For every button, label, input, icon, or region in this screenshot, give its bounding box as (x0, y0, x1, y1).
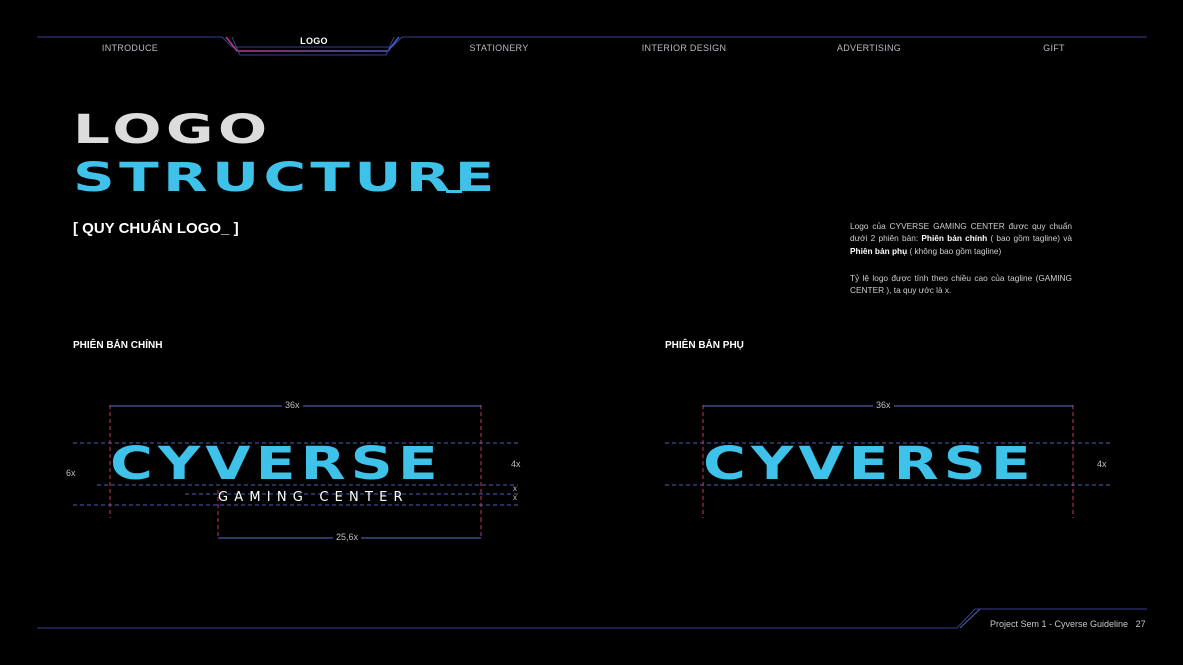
construction-guides (73, 405, 1110, 539)
primary-total-height-dimension: 6x (63, 468, 79, 478)
primary-tagline-height-dimension: x (513, 493, 517, 502)
primary-width-dimension: 36x (282, 400, 303, 410)
primary-gap-dimension: x (513, 484, 517, 493)
primary-word-height-dimension: 4x (508, 459, 524, 469)
page-number: 27 (1135, 619, 1146, 629)
footer-title: Project Sem 1 - Cyverse Guideline (990, 619, 1129, 629)
secondary-word-height-dimension: 4x (1094, 459, 1110, 469)
secondary-wordmark: CYVERSE (703, 437, 1036, 490)
footer: Project Sem 1 - Cyverse Guideline 27 (990, 619, 1146, 629)
primary-tagline: GAMING CENTER (218, 490, 409, 505)
primary-wordmark: CYVERSE (110, 437, 443, 490)
secondary-width-dimension: 36x (873, 400, 894, 410)
primary-tagline-width-dimension: 25,6x (333, 532, 362, 542)
